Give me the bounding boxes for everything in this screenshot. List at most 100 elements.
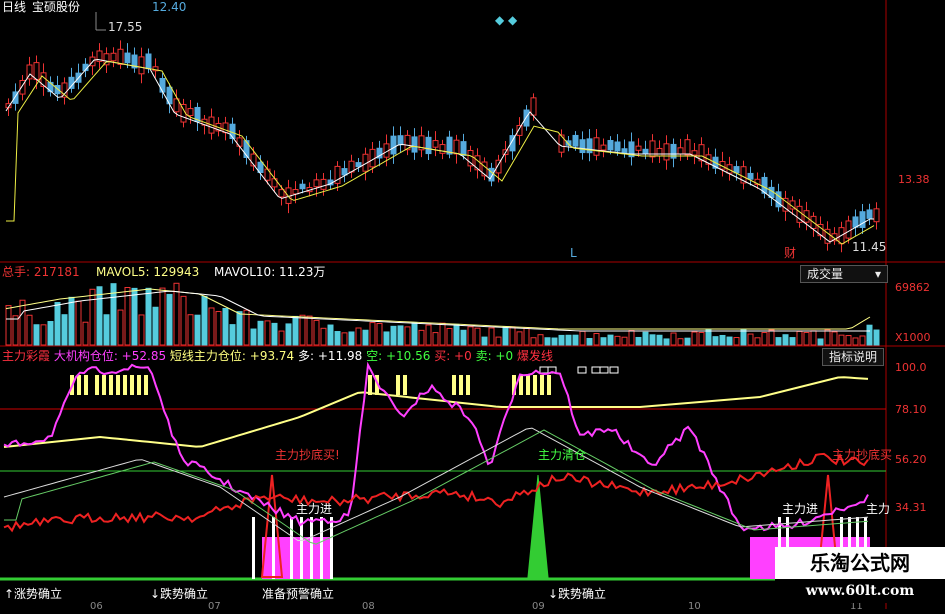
legend-item: 短线主力仓位: +93.74 — [169, 349, 299, 363]
volume-bar — [362, 329, 369, 346]
position-bar — [77, 375, 81, 395]
volume-bar — [866, 324, 873, 346]
volume-bar — [845, 335, 852, 346]
volume-bar — [313, 319, 320, 346]
volume-bar — [789, 337, 796, 346]
kline-panel[interactable]: ◆ ◆ 日线 宝硕股份 12.40 17.55 11.45 13.38 L 财 — [0, 0, 945, 263]
volume-bar — [264, 320, 271, 346]
volume-bar — [712, 336, 719, 346]
candle-body — [355, 162, 362, 168]
signal-box — [577, 366, 587, 374]
signal-bar — [290, 517, 293, 579]
candle-body — [313, 179, 320, 188]
candle-body — [425, 136, 432, 155]
volume-bar — [677, 338, 684, 346]
volume-bar — [306, 315, 313, 346]
candle-body — [432, 140, 439, 148]
candle-body — [278, 189, 285, 198]
volume-bar — [817, 338, 824, 346]
position-bar — [526, 375, 530, 395]
high-label: 17.55 — [108, 20, 143, 34]
watermark-url: www.60lt.com — [775, 579, 945, 603]
volume-bar — [159, 287, 166, 346]
volume-bar — [19, 299, 26, 346]
candle-body — [467, 149, 474, 167]
bottom-label-0: ↑涨势确立 — [4, 587, 63, 601]
candle-body — [747, 172, 754, 180]
volume-bar — [607, 334, 614, 346]
low-label: 11.45 — [852, 240, 887, 254]
volume-bar — [40, 324, 47, 346]
candle-body — [873, 208, 880, 223]
legend-item: 主力彩霞 — [2, 349, 54, 363]
position-bar — [102, 375, 106, 395]
candle-body — [453, 139, 460, 155]
volume-bar — [796, 330, 803, 346]
position-bar — [137, 375, 141, 395]
annotation-enter-2: 主力进 — [782, 502, 819, 516]
candlestick-chart[interactable]: ◆ ◆ — [0, 0, 945, 263]
candle-body — [859, 211, 866, 228]
marker-cai: 财 — [784, 246, 797, 260]
candle-body — [572, 134, 579, 147]
legend-item: 买: +0 — [434, 349, 476, 363]
indicator-selector[interactable]: 成交量 ▾ — [800, 265, 888, 283]
volume-bar — [642, 331, 649, 346]
volume-bar — [649, 334, 656, 346]
volume-bar — [460, 329, 467, 346]
volume-bar — [425, 324, 432, 346]
volume-bar — [663, 338, 670, 346]
position-bar — [123, 375, 127, 395]
position-bar — [466, 375, 470, 395]
volume-bar — [12, 315, 19, 346]
candle-body — [341, 168, 348, 176]
volume-bar — [873, 329, 880, 346]
candle-body — [292, 189, 299, 195]
volume-bar — [670, 332, 677, 346]
volume-panel[interactable]: 总手: 217181 MAVOL5: 129943 MAVOL10: 11.23… — [0, 263, 945, 347]
volume-bar — [320, 327, 327, 346]
candle-body — [481, 161, 488, 177]
volume-bar — [481, 336, 488, 346]
volume-bar — [691, 331, 698, 346]
candle-body — [138, 56, 145, 75]
candle-body — [299, 183, 306, 190]
volume-bar — [348, 331, 355, 346]
volume-bar — [803, 331, 810, 346]
volume-bar — [726, 336, 733, 346]
candle-body — [145, 53, 152, 70]
indicator-explain-button[interactable]: 指标说明 — [822, 348, 885, 366]
signal-bar — [320, 517, 323, 579]
volume-bar — [635, 336, 642, 346]
volume-bar — [551, 337, 558, 346]
volume-bar — [243, 309, 250, 346]
volume-bar — [488, 327, 495, 346]
volume-bar — [761, 332, 768, 346]
volume-bar — [5, 305, 12, 346]
volume-bar — [222, 307, 229, 346]
candle-body — [684, 139, 691, 156]
volume-bar — [467, 326, 474, 346]
annotation-clear: 主力清仓 — [538, 448, 587, 462]
volume-bar — [103, 314, 110, 346]
volume-bar — [558, 334, 565, 346]
position-bar — [547, 375, 551, 395]
position-bar — [95, 375, 99, 395]
volume-bar — [733, 337, 740, 346]
position-bar — [130, 375, 134, 395]
bottom-label-3: ↓跌势确立 — [548, 587, 607, 601]
volume-bar — [341, 332, 348, 346]
volume-bar — [537, 334, 544, 346]
annotation-enter: 主力进 — [296, 502, 333, 516]
volume-bar — [152, 306, 159, 346]
candle-body — [33, 62, 40, 81]
candle-body — [607, 140, 614, 151]
volume-bar — [747, 333, 754, 346]
candle-body — [663, 143, 670, 161]
volume-bar — [418, 329, 425, 346]
signal-box — [539, 366, 549, 374]
date-tick-1: 07 — [208, 601, 221, 612]
candle-body — [691, 150, 698, 156]
candle-body — [866, 209, 873, 219]
legend-item: 空: +10.56 — [366, 349, 435, 363]
